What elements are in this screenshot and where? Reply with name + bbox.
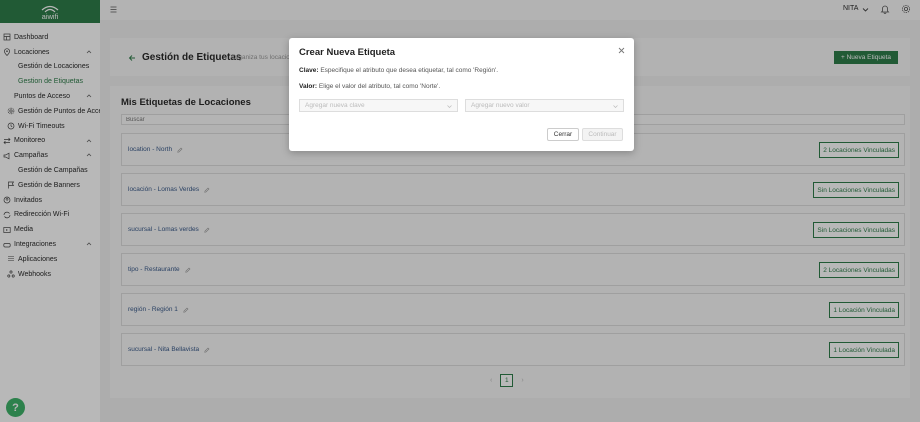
key-label: Clave: <box>299 67 319 74</box>
value-select-placeholder: Agregar nuevo valor <box>471 102 530 109</box>
chevron-down-icon <box>447 105 452 108</box>
value-label: Valor: <box>299 83 318 90</box>
key-select[interactable]: Agregar nueva clave <box>299 99 458 112</box>
value-help-text: Valor: Elige el valor del atributo, tal … <box>299 83 440 90</box>
continue-button[interactable]: Continuar <box>582 128 623 141</box>
chevron-down-icon <box>613 105 618 108</box>
value-help: Elige el valor del atributo, tal como 'N… <box>317 83 441 90</box>
cancel-button[interactable]: Cerrar <box>547 128 579 141</box>
key-select-placeholder: Agregar nueva clave <box>305 102 365 109</box>
value-select[interactable]: Agregar nuevo valor <box>465 99 624 112</box>
key-help: Especifique el atributo que desea etique… <box>318 67 499 74</box>
close-icon[interactable] <box>618 47 625 54</box>
key-help-text: Clave: Especifique el atributo que desea… <box>299 67 498 74</box>
create-tag-modal: Crear Nueva Etiqueta Clave: Especifique … <box>289 38 634 151</box>
modal-title: Crear Nueva Etiqueta <box>299 47 396 58</box>
